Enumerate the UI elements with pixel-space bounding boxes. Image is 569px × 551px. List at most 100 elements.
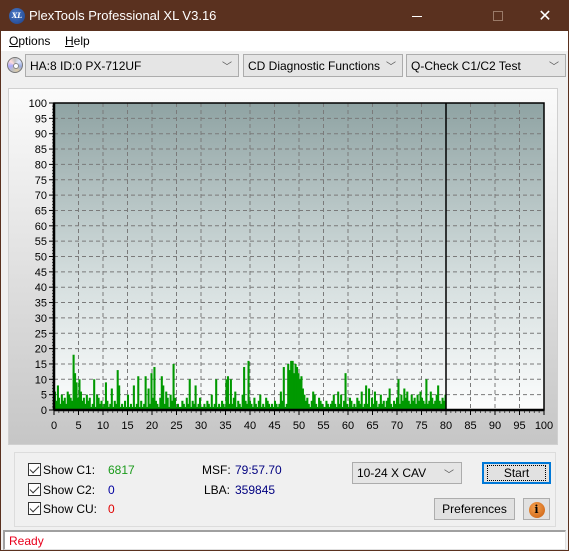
y-tick-label: 40 (35, 282, 47, 294)
x-tick-label: 65 (366, 420, 378, 432)
y-tick-label: 20 (35, 344, 47, 356)
x-tick-label: 75 (415, 420, 427, 432)
c1-bar (215, 379, 218, 410)
app-window: XL PlexTools Professional XL V3.16 ✕ Opt… (0, 0, 569, 551)
preferences-button[interactable]: Preferences (434, 498, 515, 520)
maximize-button[interactable] (475, 1, 521, 31)
title-bar: XL PlexTools Professional XL V3.16 ✕ (1, 1, 568, 31)
c1-c2-chart: 0510152025303540455055606570758085909510… (29, 98, 554, 432)
speed-select[interactable]: 10-24 X CAV ﹀ (352, 462, 462, 484)
c1-bar (93, 379, 96, 410)
y-tick-label: 85 (35, 144, 47, 156)
c2-count: 0 (108, 483, 115, 497)
c1-bar (188, 379, 191, 410)
c1-bar (194, 385, 197, 410)
start-button[interactable]: Start (482, 462, 551, 484)
cd-drive-icon (7, 57, 23, 73)
y-tick-label: 10 (35, 374, 47, 386)
msf-value: 79:57.70 (235, 463, 282, 477)
grid-lines (54, 103, 544, 410)
x-tick-label: 25 (170, 420, 182, 432)
y-tick-label: 65 (35, 205, 47, 217)
y-tick-label: 35 (35, 298, 47, 310)
menu-help-mnemonic: H (65, 34, 74, 48)
y-tick-label: 45 (35, 267, 47, 279)
x-tick-label: 60 (342, 420, 354, 432)
show-c1-checkbox[interactable] (28, 463, 41, 476)
y-tick-label: 80 (35, 159, 47, 171)
x-tick-label: 10 (97, 420, 109, 432)
info-button[interactable]: i (523, 498, 550, 520)
minimize-icon (412, 15, 422, 17)
x-tick-label: 0 (51, 420, 57, 432)
x-tick-label: 70 (391, 420, 403, 432)
y-tick-label: 30 (35, 313, 47, 325)
menu-bar: Options Help (1, 31, 568, 51)
app-logo-icon: XL (9, 8, 25, 24)
lba-label: LBA: (204, 483, 231, 497)
y-tick-label: 60 (35, 221, 47, 233)
y-tick-label: 55 (35, 236, 47, 248)
maximize-icon (493, 11, 503, 21)
chevron-down-icon: ﹀ (222, 62, 232, 73)
x-tick-label: 85 (464, 420, 476, 432)
minimize-button[interactable] (394, 1, 440, 31)
y-tick-label: 5 (41, 390, 47, 402)
start-button-label: Start (486, 465, 547, 481)
menu-options[interactable]: Options (9, 34, 50, 48)
show-cu-label: Show CU: (43, 502, 98, 516)
y-axis-ticks: 0 5 10 15 20 25 30 35 40 45 50 55 60 65 70 75 80 85 90 95 10… (29, 98, 54, 417)
y-tick-label: 50 (35, 252, 47, 264)
x-tick-label: 95 (513, 420, 525, 432)
c1-bar (368, 388, 371, 410)
y-tick-label: 95 (35, 113, 47, 125)
function-select-value: CD Diagnostic Functions (248, 59, 381, 73)
c1-bar (144, 376, 147, 410)
c1-count: 6817 (108, 463, 135, 477)
info-icon: i (528, 502, 545, 518)
show-c1-label: Show C1: (43, 463, 96, 477)
show-cu-checkbox[interactable] (28, 502, 41, 515)
x-tick-label: 35 (219, 420, 231, 432)
x-tick-label: 40 (244, 420, 256, 432)
close-icon: ✕ (538, 8, 552, 25)
x-tick-label: 100 (535, 420, 553, 432)
status-text: Ready (9, 534, 44, 548)
test-select-value: Q-Check C1/C2 Test (411, 59, 521, 73)
x-tick-label: 80 (440, 420, 452, 432)
show-c2-label: Show C2: (43, 483, 96, 497)
drive-select-value: HA:8 ID:0 PX-712UF (30, 59, 142, 73)
c1-bar (118, 385, 121, 410)
c1-bar (132, 385, 135, 410)
x-tick-label: 55 (317, 420, 329, 432)
close-button[interactable]: ✕ (522, 1, 568, 31)
menu-help-label: elp (73, 34, 90, 48)
test-select[interactable]: Q-Check C1/C2 Test ﹀ (406, 54, 566, 77)
y-tick-label: 90 (35, 129, 47, 141)
y-tick-label: 100 (29, 98, 47, 110)
drive-select[interactable]: HA:8 ID:0 PX-712UF ﹀ (25, 54, 239, 77)
y-tick-label: 15 (35, 359, 47, 371)
x-tick-label: 15 (121, 420, 133, 432)
c1-bar (110, 388, 113, 410)
msf-label: MSF: (202, 463, 231, 477)
toolbar: HA:8 ID:0 PX-712UF ﹀ CD Diagnostic Funct… (1, 51, 568, 81)
y-tick-label: 25 (35, 328, 47, 340)
menu-options-mnemonic: O (9, 34, 19, 48)
x-tick-label: 30 (195, 420, 207, 432)
y-tick-label: 0 (41, 405, 47, 417)
window-title: PlexTools Professional XL V3.16 (29, 8, 217, 23)
chart-frame: 0 5 10 15 20 25 30 35 40 45 50 55 60 65 70 75 80 85 90 95 10… (8, 88, 558, 445)
x-tick-label: 90 (489, 420, 501, 432)
show-c2-checkbox[interactable] (28, 483, 41, 496)
function-select[interactable]: CD Diagnostic Functions ﹀ (243, 54, 403, 77)
menu-help[interactable]: Help (65, 34, 90, 48)
y-tick-label: 70 (35, 190, 47, 202)
c1-bar (137, 376, 140, 410)
x-tick-label: 5 (75, 420, 81, 432)
x-axis-ticks: 0 5 10 15 20 25 30 35 40 45 50 55 60 65 70 75 80 85 90 95 10… (51, 410, 553, 432)
x-tick-label: 45 (268, 420, 280, 432)
chevron-down-icon: ﹀ (444, 470, 454, 481)
chevron-down-icon: ﹀ (386, 62, 396, 73)
menu-options-label: ptions (18, 34, 51, 48)
